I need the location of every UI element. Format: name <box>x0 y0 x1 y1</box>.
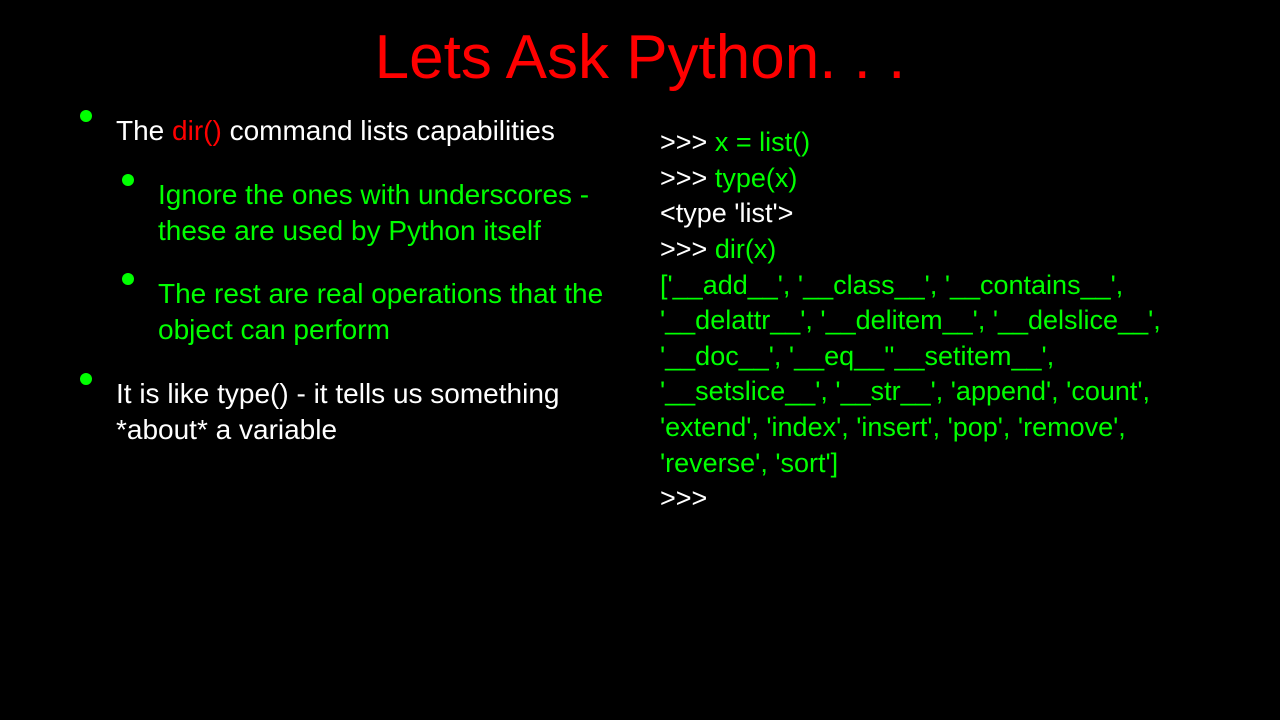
bullet-text: The dir() command lists capabilities <box>116 113 555 149</box>
bullet-icon <box>80 373 92 385</box>
prompt: >>> <box>660 234 715 264</box>
slide-content: The dir() command lists capabilities Ign… <box>0 93 1280 517</box>
list-item: It is like type() - it tells us somethin… <box>80 376 620 448</box>
slide-title: Lets Ask Python. . . <box>0 0 1280 93</box>
bullet-icon <box>80 110 92 122</box>
bullet-icon <box>122 174 134 186</box>
code-line: >>> dir(x) <box>660 232 1220 268</box>
bullet-text: Ignore the ones with underscores - these… <box>158 177 620 249</box>
code-line: <type 'list'> <box>660 196 1220 232</box>
list-item: Ignore the ones with underscores - these… <box>80 177 620 249</box>
text-segment-highlight: dir() <box>172 115 222 146</box>
code-segment: x = list() <box>715 127 810 157</box>
code-block: >>> x = list() >>> type(x) <type 'list'>… <box>660 113 1220 517</box>
list-item: The rest are real operations that the ob… <box>80 276 620 348</box>
code-line: >>> type(x) <box>660 161 1220 197</box>
code-segment: type(x) <box>715 163 798 193</box>
code-line: >>> <box>660 481 1220 517</box>
bullet-text: The rest are real operations that the ob… <box>158 276 620 348</box>
prompt: >>> <box>660 127 715 157</box>
code-text: >>> x = list() >>> type(x) <type 'list'>… <box>660 125 1220 517</box>
bullet-list: The dir() command lists capabilities Ign… <box>80 113 620 517</box>
code-segment: dir(x) <box>715 234 777 264</box>
code-line: >>> x = list() <box>660 125 1220 161</box>
code-output: ['__add__', '__class__', '__contains__',… <box>660 268 1220 482</box>
bullet-text: It is like type() - it tells us somethin… <box>116 376 620 448</box>
bullet-icon <box>122 273 134 285</box>
slide: Lets Ask Python. . . The dir() command l… <box>0 0 1280 720</box>
list-item: The dir() command lists capabilities <box>80 113 620 149</box>
text-segment: The <box>116 115 172 146</box>
prompt: >>> <box>660 163 715 193</box>
text-segment: command lists capabilities <box>222 115 555 146</box>
